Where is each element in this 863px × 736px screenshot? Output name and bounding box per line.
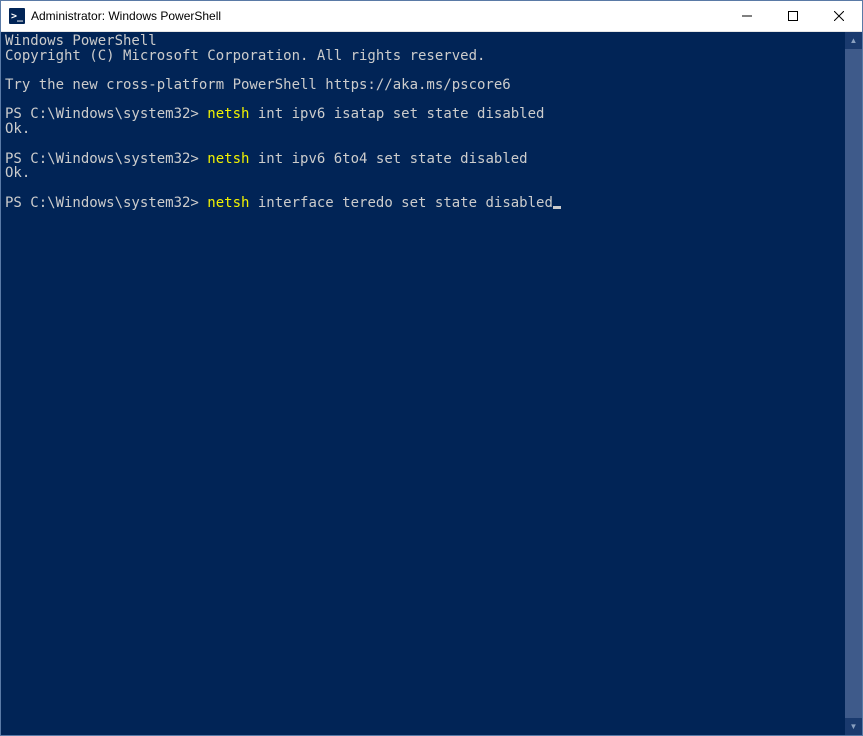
ps-header-1: Windows PowerShell xyxy=(5,33,157,49)
cmd3-netsh: netsh xyxy=(207,195,249,211)
cursor xyxy=(553,206,561,209)
cmd1-rest: int ipv6 isatap set state disabled xyxy=(249,106,544,122)
prompt-3: PS C:\Windows\system32> xyxy=(5,195,207,211)
ps-header-2: Copyright (C) Microsoft Corporation. All… xyxy=(5,48,485,64)
cmd1-netsh: netsh xyxy=(207,106,249,122)
window-controls xyxy=(724,1,862,31)
titlebar[interactable]: >_ Administrator: Windows PowerShell xyxy=(1,1,862,32)
cmd3-rest: interface teredo set state disabled xyxy=(249,195,552,211)
scroll-down-arrow-icon[interactable]: ▼ xyxy=(845,718,862,735)
terminal-area: Windows PowerShell Copyright (C) Microso… xyxy=(1,32,862,735)
ps-try-msg: Try the new cross-platform PowerShell ht… xyxy=(5,77,511,93)
prompt-1: PS C:\Windows\system32> xyxy=(5,106,207,122)
prompt-2: PS C:\Windows\system32> xyxy=(5,151,207,167)
powershell-icon: >_ xyxy=(9,8,25,24)
minimize-button[interactable] xyxy=(724,1,770,31)
scrollbar-thumb[interactable] xyxy=(845,49,862,718)
ok-1: Ok. xyxy=(5,121,30,137)
window-title: Administrator: Windows PowerShell xyxy=(31,9,724,23)
cmd2-rest: int ipv6 6to4 set state disabled xyxy=(249,151,527,167)
ok-2: Ok. xyxy=(5,165,30,181)
cmd2-netsh: netsh xyxy=(207,151,249,167)
close-button[interactable] xyxy=(816,1,862,31)
vertical-scrollbar[interactable]: ▲ ▼ xyxy=(845,32,862,735)
terminal[interactable]: Windows PowerShell Copyright (C) Microso… xyxy=(1,32,845,735)
ps-glyph: >_ xyxy=(11,11,23,22)
maximize-button[interactable] xyxy=(770,1,816,31)
scroll-up-arrow-icon[interactable]: ▲ xyxy=(845,32,862,49)
